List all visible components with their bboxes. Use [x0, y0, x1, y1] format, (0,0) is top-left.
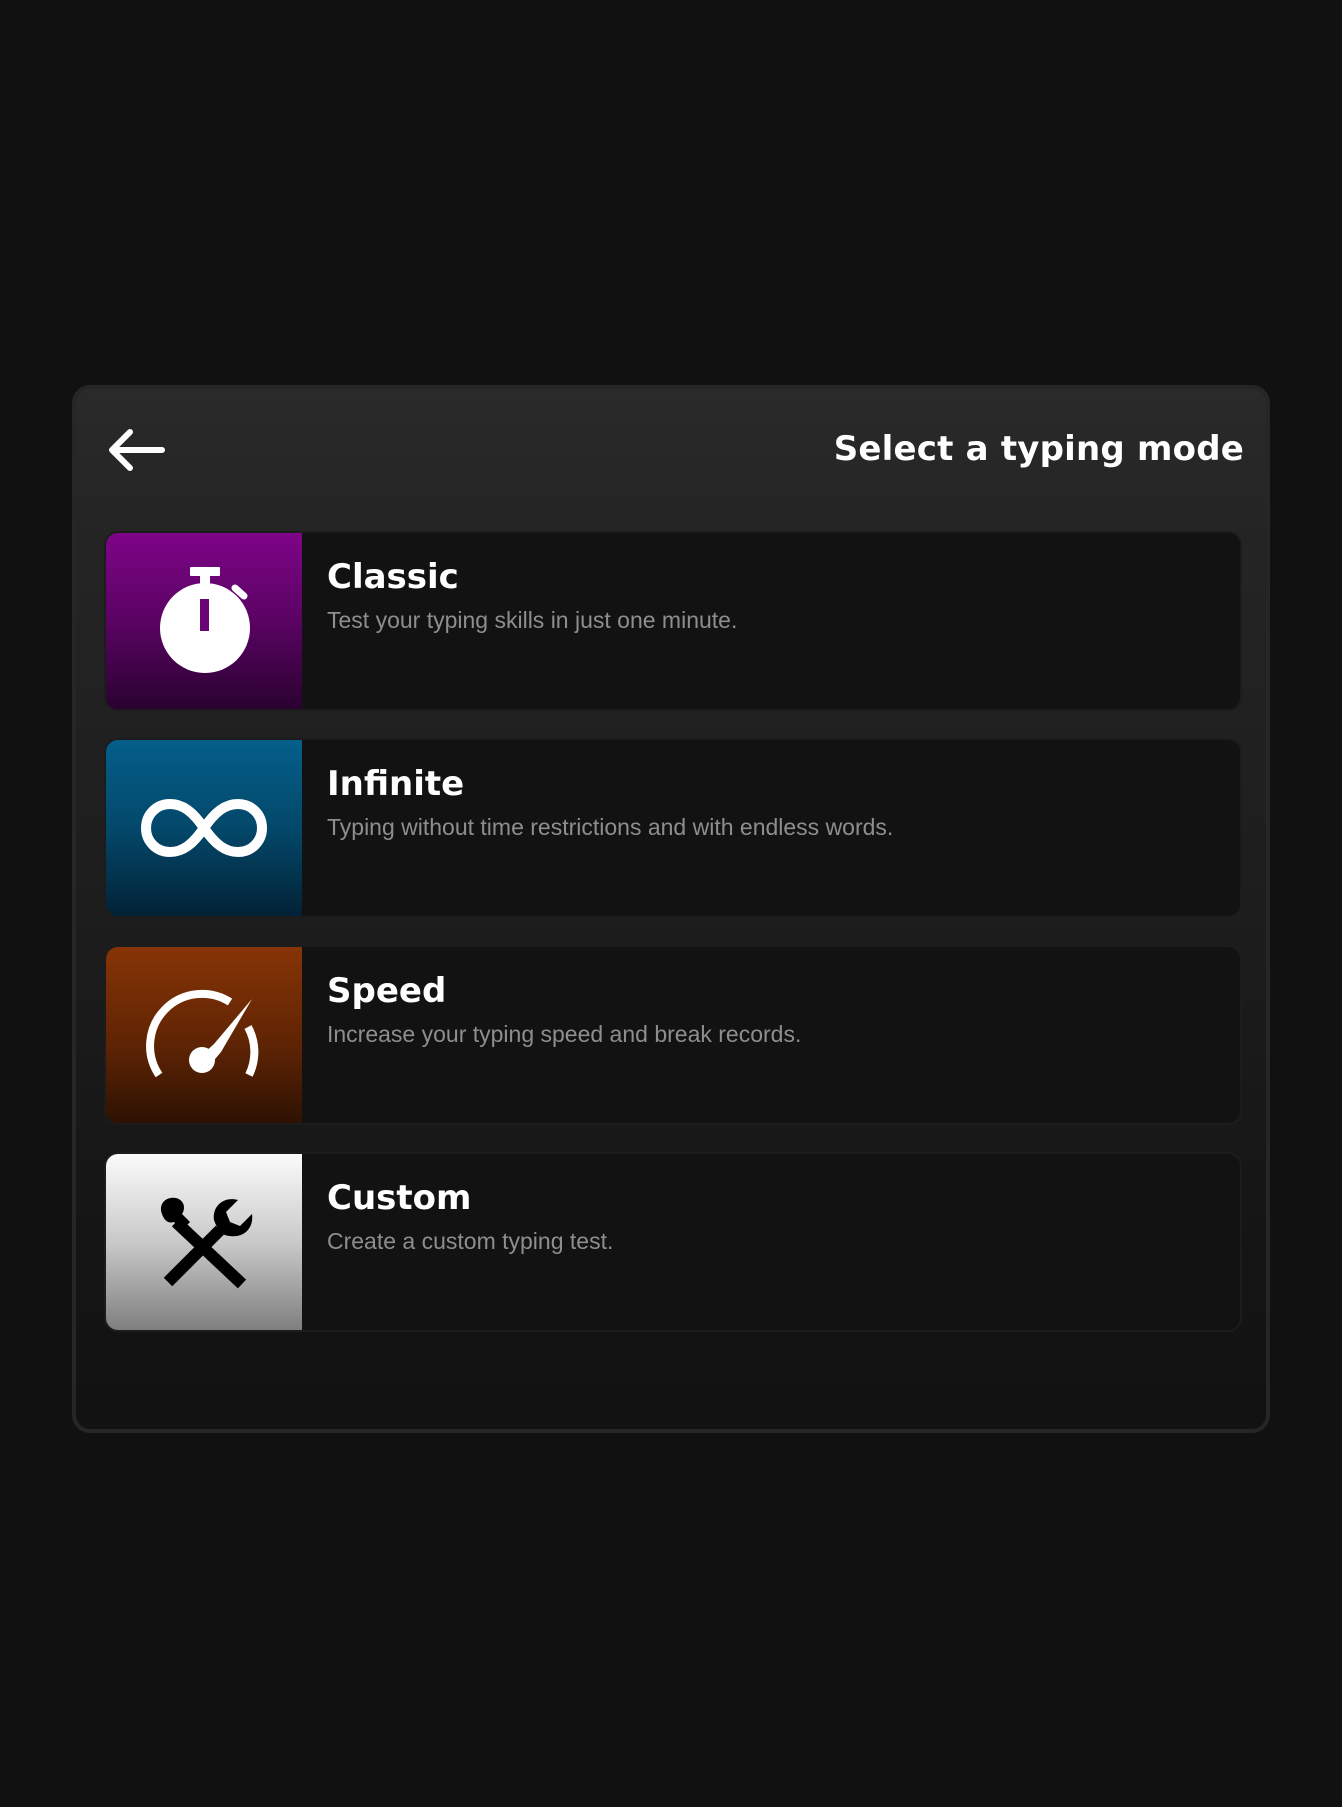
- mode-select-panel: Select a typing mode Classic Test your t…: [72, 385, 1270, 1433]
- mode-name: Custom: [327, 1178, 472, 1218]
- mode-card-custom[interactable]: Custom Create a custom typing test.: [104, 1152, 1242, 1332]
- panel-header: Select a typing mode: [76, 389, 1266, 509]
- mode-name: Infinite: [327, 764, 465, 804]
- mode-description: Increase your typing speed and break rec…: [327, 1021, 802, 1047]
- mode-name: Classic: [327, 557, 459, 597]
- mode-name: Speed: [327, 971, 447, 1011]
- mode-description: Create a custom typing test.: [327, 1228, 614, 1254]
- mode-text-custom: Custom Create a custom typing test.: [302, 1154, 613, 1330]
- mode-card-infinite[interactable]: Infinite Typing without time restriction…: [104, 738, 1242, 918]
- mode-card-classic[interactable]: Classic Test your typing skills in just …: [104, 531, 1242, 711]
- mode-icon-box-custom: [106, 1154, 302, 1330]
- back-button[interactable]: [102, 423, 168, 477]
- speedometer-icon: [146, 989, 259, 1078]
- tools-icon: [160, 1197, 253, 1289]
- arrow-left-icon: [109, 429, 165, 471]
- mode-text-classic: Classic Test your typing skills in just …: [302, 533, 737, 709]
- mode-icon-box-speed: [106, 947, 302, 1123]
- infinity-icon: [141, 799, 267, 857]
- mode-text-speed: Speed Increase your typing speed and bre…: [302, 947, 801, 1123]
- mode-list: Classic Test your typing skills in just …: [104, 531, 1242, 1359]
- page-title: Select a typing mode: [833, 429, 1244, 469]
- mode-icon-box-infinite: [106, 740, 302, 916]
- mode-text-infinite: Infinite Typing without time restriction…: [302, 740, 893, 916]
- mode-card-speed[interactable]: Speed Increase your typing speed and bre…: [104, 945, 1242, 1125]
- stopwatch-icon: [160, 567, 250, 673]
- mode-icon-box-classic: [106, 533, 302, 709]
- mode-description: Typing without time restrictions and wit…: [327, 814, 894, 840]
- mode-description: Test your typing skills in just one minu…: [327, 607, 738, 633]
